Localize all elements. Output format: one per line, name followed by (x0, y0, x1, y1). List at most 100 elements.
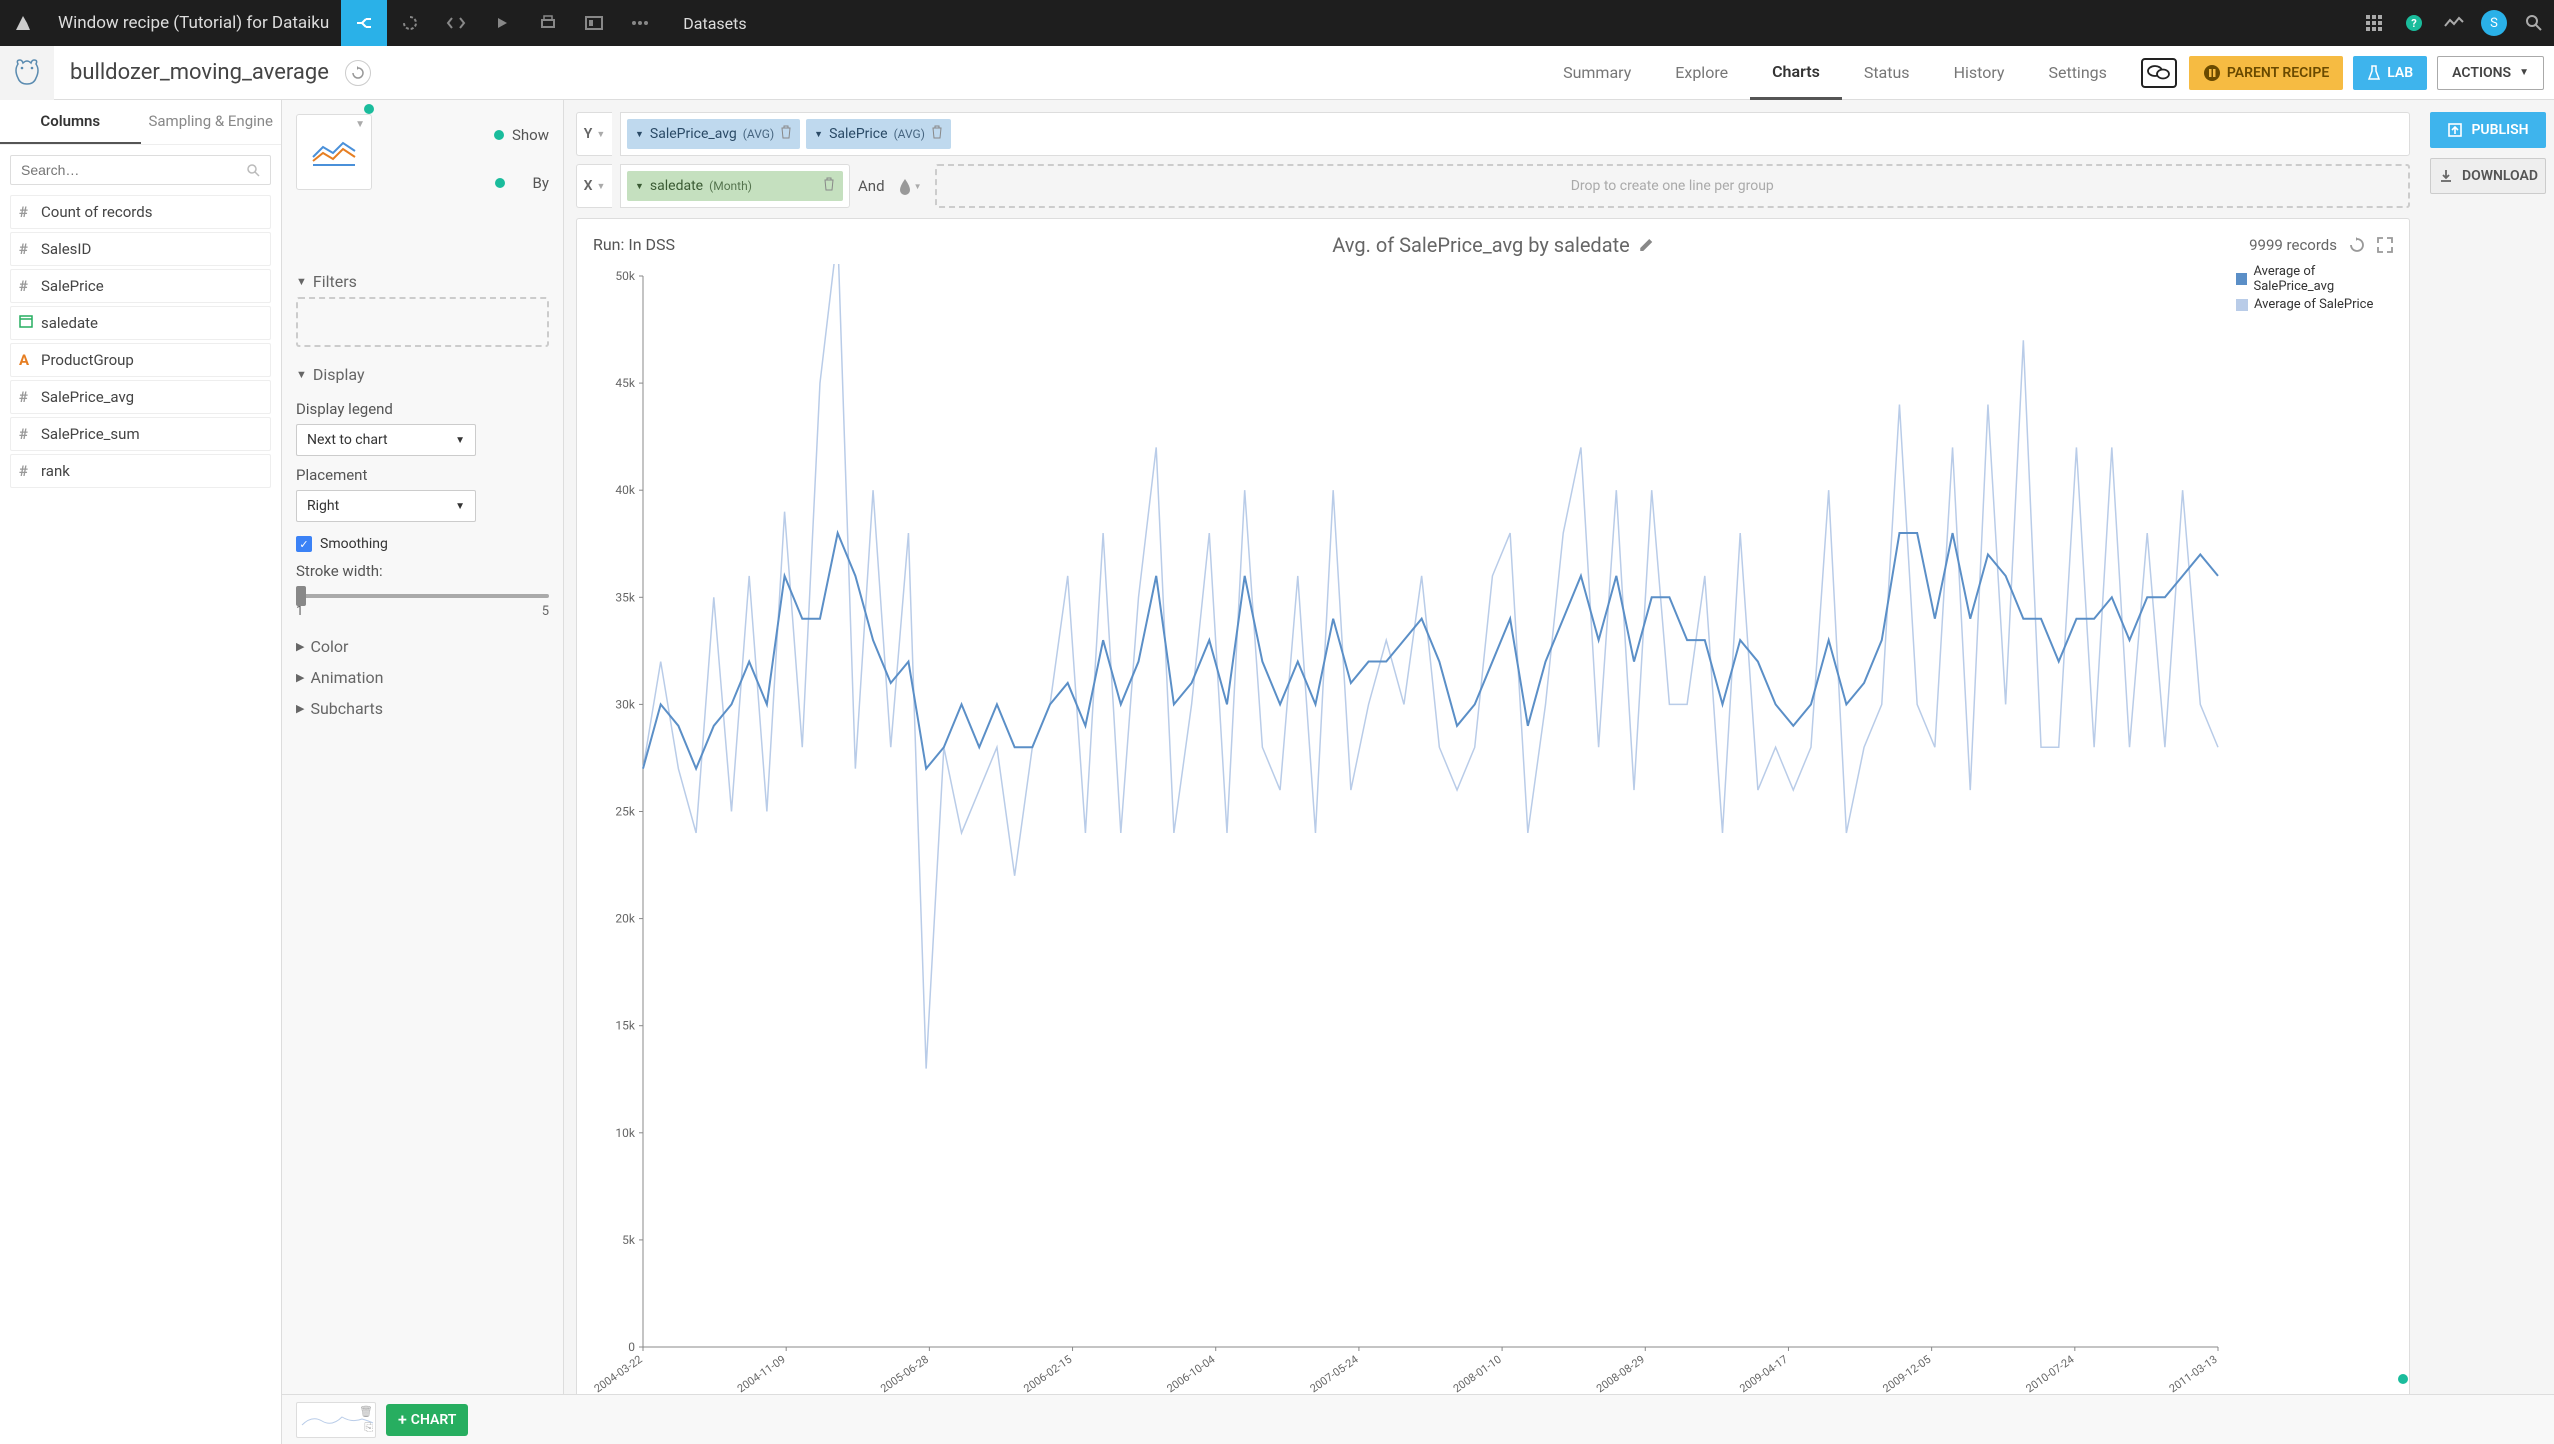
svg-text:2006-02-15: 2006-02-15 (1021, 1353, 1074, 1396)
dataiku-logo[interactable] (0, 0, 46, 46)
svg-text:2004-11-09: 2004-11-09 (735, 1353, 788, 1396)
x-axis-label[interactable]: X▼ (576, 164, 612, 208)
datasets-tab[interactable]: Datasets (663, 14, 766, 33)
show-label: Show (512, 126, 549, 144)
chevron-down-icon: ▼ (296, 368, 307, 381)
columns-tab[interactable]: Columns (0, 100, 141, 144)
lab-button[interactable]: LAB (2353, 56, 2427, 90)
filters-section-header[interactable]: ▼Filters (296, 266, 549, 297)
refresh-icon[interactable] (2349, 237, 2365, 253)
dashboard-icon[interactable] (571, 0, 617, 46)
avatar[interactable]: S (2474, 0, 2514, 46)
column-item[interactable]: #SalePrice_sum (10, 417, 271, 451)
actions-label: ACTIONS (2452, 65, 2511, 81)
type-icon: # (19, 462, 41, 480)
y-pill-row[interactable]: ▼ SalePrice_avg (AVG) ▼ SalePrice (AVG) (620, 112, 2410, 156)
edit-icon[interactable] (1638, 237, 1654, 253)
parent-recipe-button[interactable]: PARENT RECIPE (2189, 56, 2343, 90)
chart-thumbnail[interactable]: 🗑 ⎘ (296, 1402, 376, 1438)
legend-item[interactable]: Average of SalePrice_avg (2236, 264, 2393, 294)
chart-type-selector[interactable]: ▼ (296, 114, 372, 190)
sampling-tab[interactable]: Sampling & Engine (141, 100, 282, 144)
actions-button[interactable]: ACTIONS ▼ (2437, 56, 2544, 90)
color-section-header[interactable]: ▶Color (296, 631, 549, 662)
dataset-refresh-icon[interactable] (345, 60, 371, 86)
tab-settings[interactable]: Settings (2026, 46, 2128, 100)
discussions-icon[interactable] (2141, 58, 2177, 88)
column-name: SalePrice (41, 277, 104, 295)
type-icon: # (19, 425, 41, 443)
hint-dot-icon (494, 130, 504, 140)
slider-thumb[interactable] (296, 586, 306, 606)
column-name: Count of records (41, 203, 152, 221)
y-axis-label[interactable]: Y▼ (576, 112, 612, 156)
y-pill-saleprice-avg[interactable]: ▼ SalePrice_avg (AVG) (627, 119, 800, 149)
tab-history[interactable]: History (1932, 46, 2027, 100)
stroke-width-slider[interactable] (296, 594, 549, 598)
trash-icon[interactable] (931, 125, 943, 143)
more-icon[interactable] (617, 0, 663, 46)
animation-section-header[interactable]: ▶Animation (296, 662, 549, 693)
refresh-icon[interactable] (387, 0, 433, 46)
copy-icon[interactable]: ⎘ (364, 1421, 373, 1435)
tab-summary[interactable]: Summary (1541, 46, 1653, 100)
filters-dropzone[interactable] (296, 297, 549, 347)
column-item[interactable]: AProductGroup (10, 343, 271, 377)
play-icon[interactable] (479, 0, 525, 46)
svg-text:2007-05-24: 2007-05-24 (1308, 1353, 1361, 1396)
color-by-icon[interactable]: ▼ (895, 171, 925, 201)
search-input[interactable] (21, 162, 246, 178)
publish-button[interactable]: PUBLISH (2430, 112, 2546, 148)
chevron-down-icon: ▼ (814, 129, 823, 140)
help-icon[interactable]: ? (2394, 0, 2434, 46)
column-item[interactable]: #Count of records (10, 195, 271, 229)
placement-select[interactable]: Right▼ (296, 490, 476, 522)
type-icon: A (19, 351, 41, 369)
column-item[interactable]: #SalePrice (10, 269, 271, 303)
column-item[interactable]: saledate (10, 306, 271, 340)
y-pill-saleprice[interactable]: ▼ SalePrice (AVG) (806, 119, 951, 149)
svg-text:50k: 50k (615, 269, 635, 283)
search-icon[interactable] (2514, 0, 2554, 46)
legend-swatch (2236, 273, 2247, 285)
column-item[interactable]: #rank (10, 454, 271, 488)
add-chart-button[interactable]: + CHART (386, 1404, 468, 1436)
dataset-tabs: Summary Explore Charts Status History Se… (1541, 46, 2129, 100)
code-icon[interactable] (433, 0, 479, 46)
display-section-header[interactable]: ▼Display (296, 359, 549, 390)
display-legend-select[interactable]: Next to chart▼ (296, 424, 476, 456)
type-icon: # (19, 240, 41, 258)
download-button[interactable]: DOWNLOAD (2430, 158, 2546, 194)
display-legend-label: Display legend (296, 400, 549, 418)
tab-charts[interactable]: Charts (1750, 46, 1842, 100)
column-item[interactable]: #SalePrice_avg (10, 380, 271, 414)
tab-explore[interactable]: Explore (1653, 46, 1750, 100)
x-pill-saledate[interactable]: ▼ saledate (Month) (627, 171, 843, 201)
flow-icon[interactable] (341, 0, 387, 46)
subcharts-section-header[interactable]: ▶Subcharts (296, 693, 549, 724)
group-dropzone[interactable]: Drop to create one line per group (935, 164, 2410, 208)
apps-icon[interactable] (2354, 0, 2394, 46)
chart-title: Avg. of SalePrice_avg by saledate (1332, 233, 1654, 257)
column-item[interactable]: #SalesID (10, 232, 271, 266)
svg-text:5k: 5k (622, 1233, 636, 1247)
legend-item[interactable]: Average of SalePrice (2236, 297, 2393, 312)
dataset-name: bulldozer_moving_average (54, 60, 345, 85)
trash-icon[interactable]: 🗑 (359, 1405, 373, 1418)
smoothing-checkbox[interactable]: ✓Smoothing (296, 536, 549, 552)
x-pill-row[interactable]: ▼ saledate (Month) (620, 164, 850, 208)
activity-icon[interactable] (2434, 0, 2474, 46)
chevron-down-icon: ▼ (914, 182, 922, 191)
svg-text:40k: 40k (615, 483, 635, 497)
print-icon[interactable] (525, 0, 571, 46)
trash-icon[interactable] (823, 177, 835, 195)
tab-status[interactable]: Status (1842, 46, 1932, 100)
parent-recipe-label: PARENT RECIPE (2227, 65, 2329, 81)
expand-icon[interactable] (2377, 237, 2393, 253)
trash-icon[interactable] (780, 125, 792, 143)
svg-text:0: 0 (628, 1340, 635, 1354)
column-search[interactable] (10, 155, 271, 185)
chevron-right-icon: ▶ (296, 671, 304, 684)
project-title[interactable]: Window recipe (Tutorial) for Dataiku (46, 13, 341, 33)
chevron-down-icon: ▼ (455, 435, 465, 446)
